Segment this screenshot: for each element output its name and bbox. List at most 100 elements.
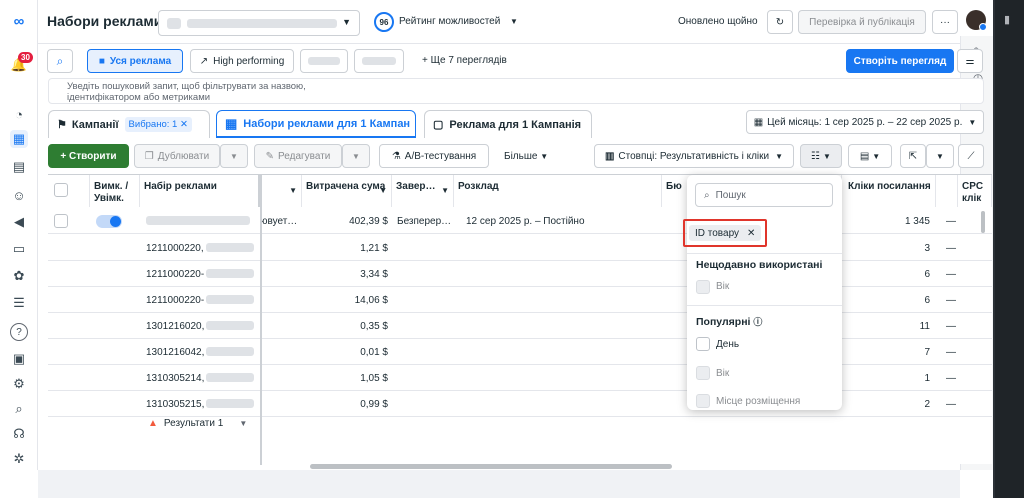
- columns-dropdown[interactable]: ▥ Стовпці: Результативність і кліки ▼: [594, 144, 794, 168]
- table-row[interactable]: 1211000220- 3,34 $ 6 —: [48, 261, 992, 287]
- account-selector[interactable]: ▼: [158, 10, 360, 36]
- duplicate-button[interactable]: ❐ Дублювати: [134, 144, 220, 168]
- edit-dropdown[interactable]: ▼: [342, 144, 370, 168]
- table-row[interactable]: 1211000220- 14,06 $ 6 —: [48, 287, 992, 313]
- header-toggle[interactable]: Вимк. / Увімк.: [90, 175, 140, 207]
- view-all-ads[interactable]: ■ Уся реклама: [87, 49, 183, 73]
- header-adset[interactable]: Набір реклами: [140, 175, 260, 207]
- search-toggle-button[interactable]: ⌕: [47, 49, 73, 73]
- recent-age-checkbox[interactable]: [696, 280, 710, 294]
- row-name: 1301216020,: [146, 321, 205, 332]
- popular-placement-checkbox[interactable]: [696, 394, 710, 408]
- header-clicks[interactable]: Кліки посилання: [844, 175, 936, 207]
- header-narrow[interactable]: [936, 175, 958, 207]
- popular-day-checkbox[interactable]: [696, 337, 710, 351]
- close-icon[interactable]: ✕: [180, 119, 188, 130]
- audience-icon[interactable]: ☺: [10, 186, 28, 204]
- select-all-checkbox[interactable]: [54, 183, 68, 197]
- row-spent: 1,21 $: [360, 243, 388, 254]
- dashboard-icon[interactable]: ◔: [10, 105, 28, 123]
- view-blurred-2[interactable]: [354, 49, 404, 73]
- header-end[interactable]: Завер… ▼: [392, 175, 454, 207]
- toggle-switch[interactable]: [96, 215, 122, 228]
- more-options-button[interactable]: ···: [932, 10, 958, 34]
- menu-icon[interactable]: ☰: [10, 294, 28, 312]
- help-icon[interactable]: ?: [10, 323, 28, 341]
- search-icon[interactable]: ⌕: [10, 400, 28, 418]
- date-range-picker[interactable]: ▦ Цей місяць: 1 сер 2025 р. – 22 сер 2025…: [746, 110, 984, 134]
- header-spent[interactable]: Витрачена сума ▼: [302, 175, 392, 207]
- breakdown-search-input[interactable]: ⌕ Пошук: [695, 183, 833, 207]
- search-input[interactable]: Уведіть пошуковий запит, щоб фільтрувати…: [48, 78, 984, 104]
- ads-manager-grid-icon[interactable]: ▦: [10, 130, 28, 148]
- table-row[interactable]: 1301216020, 0,35 $ 11 —: [48, 313, 992, 339]
- tab-adsets[interactable]: ▦ Набори реклами для 1 Кампан: [216, 110, 416, 138]
- table-row[interactable]: 1211000220, 1,21 $ 3 —: [48, 235, 992, 261]
- refresh-button[interactable]: ↻: [767, 10, 793, 34]
- chevron-down-icon[interactable]: ▼: [239, 419, 247, 428]
- export-button[interactable]: ⇱: [900, 144, 926, 168]
- horizontal-scrollbar[interactable]: [310, 464, 672, 469]
- view-high-performing[interactable]: ↗ High performing: [190, 49, 294, 73]
- chart-button[interactable]: ⟋: [958, 144, 984, 168]
- tab-campaigns[interactable]: ⚑ Кампанії Вибрано: 1 ✕: [48, 110, 210, 138]
- breakdown-button[interactable]: ☷ ▼: [800, 144, 842, 168]
- create-view-button[interactable]: Створіть перегляд: [846, 49, 954, 73]
- review-publish-button[interactable]: Перевірка й публікація: [798, 10, 926, 34]
- business-icon[interactable]: ✿: [10, 267, 28, 285]
- header-partial[interactable]: ▼: [260, 175, 302, 207]
- header-schedule[interactable]: Розклад: [454, 175, 662, 207]
- row-clicks: 2: [924, 399, 930, 410]
- view-settings-button[interactable]: ⚌: [957, 49, 983, 73]
- table-row[interactable]: 1310305215, 0,99 $ 2 —: [48, 391, 992, 417]
- close-icon[interactable]: ✕: [747, 228, 755, 239]
- header-cpc[interactable]: CPC клік: [958, 175, 992, 207]
- popular-placement-label: Місце розміщення: [716, 396, 801, 407]
- views-row: ⌕ ■ Уся реклама ↗ High performing + Ще 7 п…: [38, 44, 960, 78]
- more-views-label: Ще 7 переглядів: [430, 55, 507, 66]
- reports-button[interactable]: ▤ ▼: [848, 144, 892, 168]
- table-row[interactable]: 1310305214, 1,05 $ 1 —: [48, 365, 992, 391]
- news-icon[interactable]: ▣: [10, 350, 28, 368]
- table-row[interactable]: 1301216042, 0,01 $ 7 —: [48, 339, 992, 365]
- meta-logo-icon[interactable]: ∞: [10, 12, 28, 30]
- selected-breakdown-chip[interactable]: ID товару ✕: [689, 225, 762, 241]
- more-button[interactable]: Більше ▼: [504, 151, 548, 162]
- duplicate-dropdown[interactable]: ▼: [220, 144, 248, 168]
- more-views-link[interactable]: + Ще 7 переглядів: [422, 55, 507, 66]
- chart-bars-icon[interactable]: ▮: [1004, 13, 1010, 26]
- copy-icon: ❐: [144, 150, 154, 162]
- megaphone-icon[interactable]: ◀: [10, 213, 28, 231]
- vertical-scrollbar[interactable]: [981, 211, 985, 233]
- edit-button[interactable]: ✎ Редагувати: [254, 144, 342, 168]
- selected-chip[interactable]: Вибрано: 1 ✕: [124, 117, 192, 132]
- ab-test-button[interactable]: ⚗ А/В-тестування: [379, 144, 489, 168]
- view-blurred-1[interactable]: [300, 49, 348, 73]
- row-cpc: —: [946, 295, 956, 306]
- billing-card-icon[interactable]: ▭: [10, 240, 28, 258]
- trend-icon: ↗: [199, 55, 209, 67]
- popular-age-checkbox[interactable]: [696, 366, 710, 380]
- table-row[interactable]: ювует… 402,39 $ Безперер… 12 сер 2025 р.…: [48, 208, 992, 234]
- date-range-label: Цей місяць: 1 сер 2025 р. – 22 сер 2025 …: [767, 116, 963, 128]
- row-checkbox[interactable]: [54, 214, 68, 228]
- export-dropdown[interactable]: ▼: [926, 144, 954, 168]
- row-cpc: —: [946, 269, 956, 280]
- pages-icon[interactable]: ▤: [10, 158, 28, 176]
- opportunity-score-label[interactable]: Рейтинг можливостей: [399, 16, 500, 27]
- support-headset-icon[interactable]: ☊: [10, 425, 28, 443]
- info-icon[interactable]: ⓘ: [753, 317, 762, 327]
- row-schedule: 12 сер 2025 р. – Постійно: [466, 216, 585, 227]
- columns-icon: ▥: [604, 150, 615, 162]
- popular-section-title: Популярні ⓘ: [696, 315, 762, 328]
- settings-gear-icon[interactable]: ⚙: [10, 375, 28, 393]
- tab-ads[interactable]: ▢ Реклама для 1 Кампанія: [424, 110, 592, 138]
- row-clicks: 11: [919, 321, 930, 332]
- create-button[interactable]: + Створити: [48, 144, 129, 168]
- ad-icon: ▢: [433, 119, 444, 131]
- opportunity-score-badge[interactable]: 96: [374, 12, 394, 32]
- level-tabs: ⚑ Кампанії Вибрано: 1 ✕ ▦ Набори реклами…: [48, 110, 988, 138]
- chevron-down-icon: ▼: [936, 151, 944, 161]
- duplicate-label: Дублювати: [157, 150, 210, 162]
- bug-icon[interactable]: ✲: [10, 450, 28, 468]
